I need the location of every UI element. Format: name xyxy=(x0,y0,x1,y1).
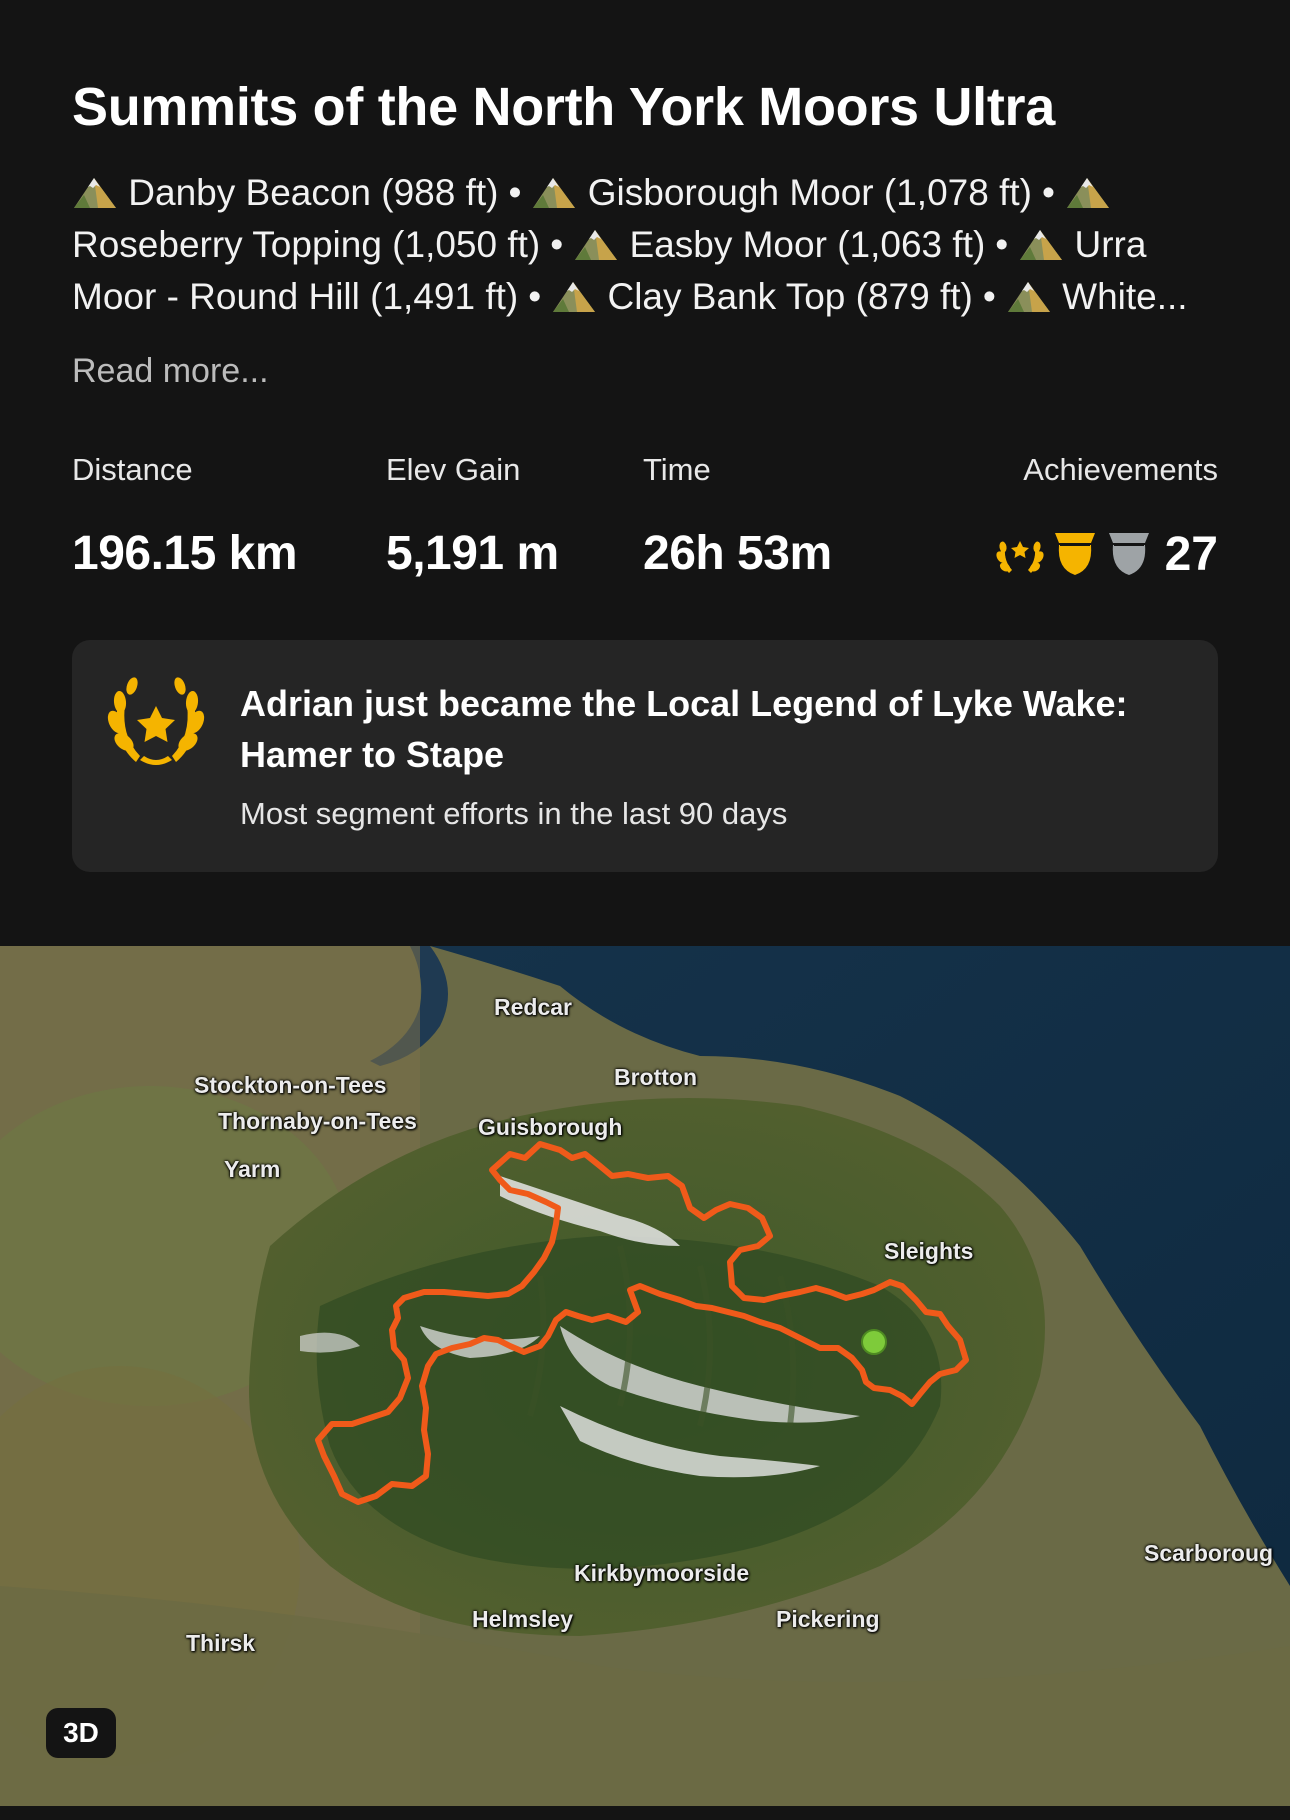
stat-value: 196.15 km xyxy=(72,527,298,580)
activity-description: Danby Beacon (988 ft) • Gisborough Moor (… xyxy=(72,167,1222,323)
place-label: Brotton xyxy=(614,1064,698,1090)
activity-title: Summits of the North York Moors Ultra xyxy=(72,77,1055,137)
stat-value: 5,191 m xyxy=(386,527,559,580)
stat-elev-gain: Elev Gain 5,191 m xyxy=(386,448,559,584)
activity-header: Summits of the North York Moors Ultra xyxy=(72,72,1222,142)
mountain-peak-icon xyxy=(1007,282,1050,312)
stat-label: Achievements xyxy=(1023,452,1218,487)
place-label: Pickering xyxy=(776,1606,880,1632)
stat-time: Time 26h 53m xyxy=(643,448,832,584)
mountain-peak-icon xyxy=(1066,178,1109,208)
summit-item: Gisborough Moor (1,078 ft) xyxy=(531,172,1032,213)
summit-item: White... xyxy=(1006,276,1188,317)
gold-trophy-icon xyxy=(1054,533,1095,575)
laurel-wreath-icon xyxy=(996,541,1044,573)
silver-trophy-icon xyxy=(1108,533,1149,575)
place-label: Scarboroug xyxy=(1144,1540,1274,1566)
summit-item: Clay Bank Top (879 ft) xyxy=(551,276,973,317)
place-label: Thornaby-on-Tees xyxy=(218,1108,417,1134)
mountain-peak-icon xyxy=(553,282,596,312)
achievements-count: 27 xyxy=(1164,527,1218,581)
mountain-peak-icon xyxy=(1020,230,1063,260)
place-label: Redcar xyxy=(494,994,572,1020)
mountain-peak-icon xyxy=(74,178,116,208)
local-legend-card[interactable]: Adrian just became the Local Legend of L… xyxy=(72,640,1218,872)
local-legend-subtitle: Most segment efforts in the last 90 days xyxy=(240,796,788,831)
separator: • xyxy=(1041,172,1055,213)
stat-value: 26h 53m xyxy=(643,527,832,580)
stat-achievements[interactable]: Achievements 27 xyxy=(995,448,1218,584)
route-map[interactable]: Redcar Brotton Stockton-on-Tees Thornaby… xyxy=(0,946,1290,1806)
separator: • xyxy=(528,276,542,317)
separator: • xyxy=(995,224,1009,265)
bottom-divider xyxy=(0,1806,1290,1820)
stat-label: Elev Gain xyxy=(386,452,521,487)
summit-item: Danby Beacon (988 ft) xyxy=(72,172,499,213)
place-label: Stockton-on-Tees xyxy=(194,1072,387,1098)
separator: • xyxy=(982,276,996,317)
summit-item: Easby Moor (1,063 ft) xyxy=(573,224,985,265)
stat-distance: Distance 196.15 km xyxy=(72,448,298,584)
place-label: Thirsk xyxy=(186,1630,256,1656)
stat-label: Distance xyxy=(72,452,193,487)
separator: • xyxy=(508,172,522,213)
3d-view-button[interactable]: 3D xyxy=(46,1708,116,1758)
mountain-peak-icon xyxy=(533,178,576,208)
start-marker xyxy=(861,1329,887,1355)
place-label: Sleights xyxy=(884,1238,974,1264)
mountain-peak-icon xyxy=(575,230,618,260)
local-legend-title: Adrian just became the Local Legend of L… xyxy=(240,683,1128,775)
separator: • xyxy=(550,224,564,265)
place-label: Helmsley xyxy=(472,1606,574,1632)
place-label: Guisborough xyxy=(478,1114,623,1140)
place-label: Kirkbymoorside xyxy=(574,1560,750,1586)
achievements-row[interactable]: 27 xyxy=(995,524,1218,584)
stat-label: Time xyxy=(643,452,711,487)
place-label: Yarm xyxy=(224,1156,281,1182)
laurel-wreath-icon xyxy=(107,677,205,765)
read-more-link[interactable]: Read more... xyxy=(72,352,269,391)
